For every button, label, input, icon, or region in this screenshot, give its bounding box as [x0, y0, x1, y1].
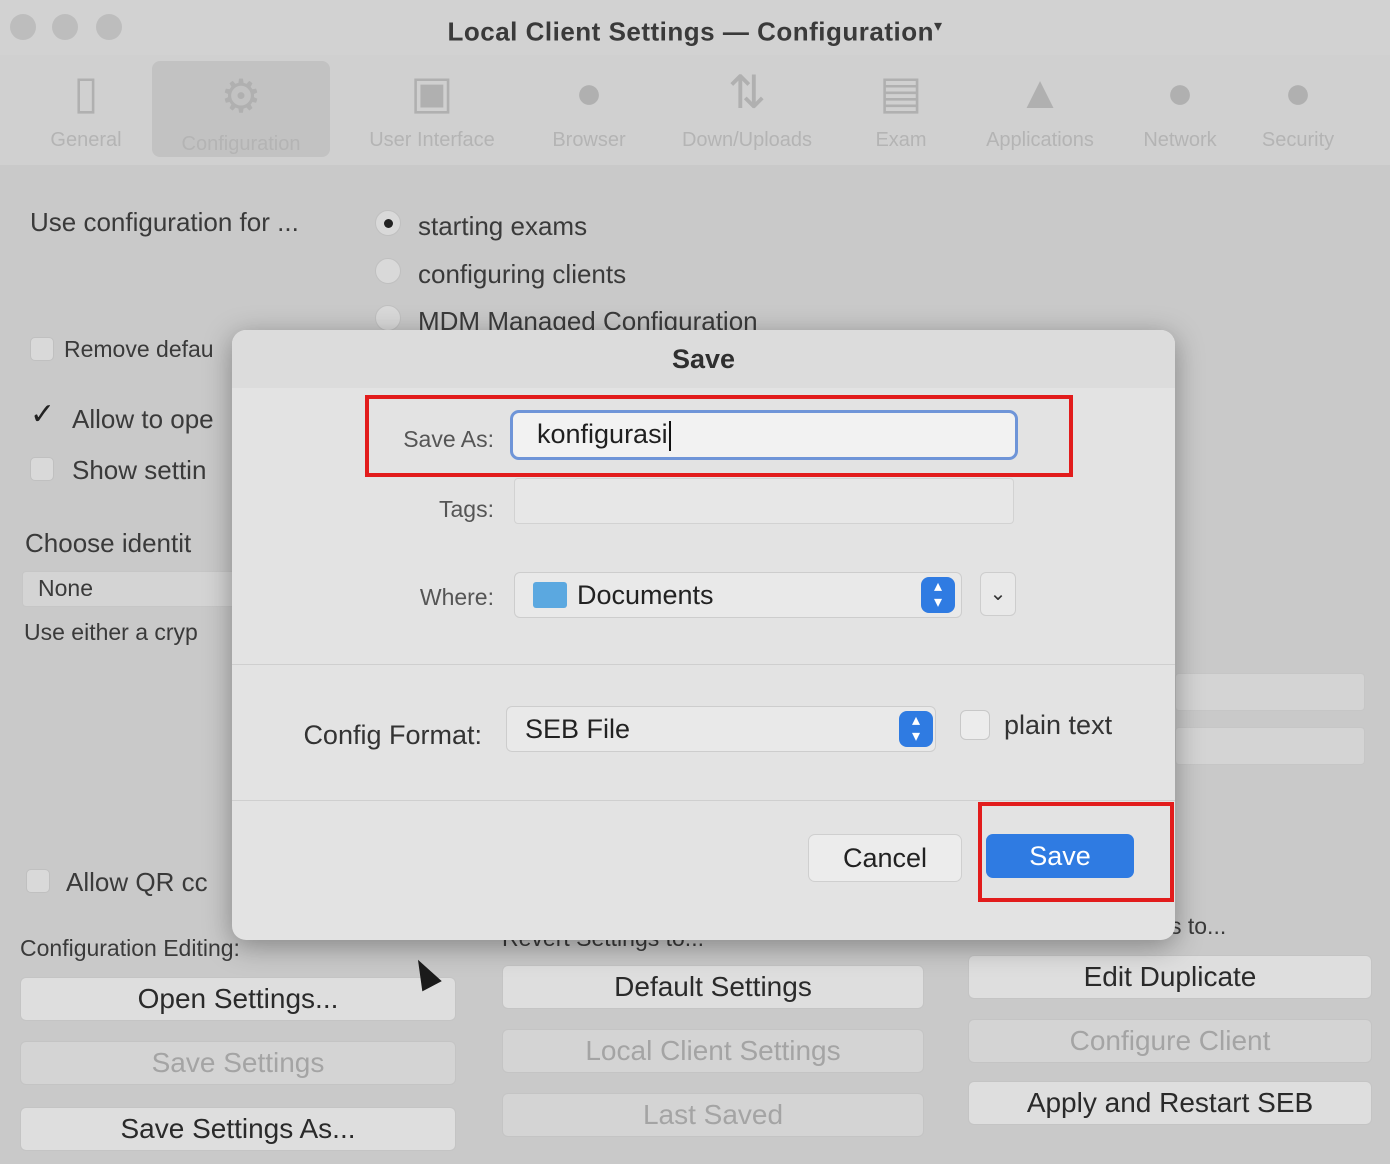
switch-icon: ▯: [73, 66, 99, 118]
window-title: Local Client Settings — Configuration▾: [447, 16, 943, 47]
arrows-icon: ⇅: [727, 66, 767, 118]
where-popup[interactable]: Documents ▴ ▾: [514, 572, 962, 618]
remove-default-label: Remove defau: [64, 336, 214, 362]
default-settings-button[interactable]: Default Settings: [502, 965, 924, 1009]
config-format-value: SEB File: [525, 714, 631, 744]
network-globe-icon: ●: [1166, 66, 1194, 118]
show-settings-checkbox[interactable]: [30, 457, 54, 481]
configuration-editing-label: Configuration Editing:: [20, 935, 240, 961]
open-settings-button[interactable]: Open Settings...: [20, 977, 456, 1021]
title-menu-marker[interactable]: ▾: [934, 18, 943, 35]
use-configuration-label: Use configuration for ...: [30, 207, 299, 237]
config-format-stepper-icon: ▴ ▾: [899, 711, 933, 747]
option-starting-exams-label: starting exams: [418, 211, 588, 241]
where-label: Where:: [419, 584, 494, 610]
apply-restart-seb-button[interactable]: Apply and Restart SEB: [968, 1081, 1372, 1125]
security-icon: ●: [1284, 66, 1312, 118]
tab-network[interactable]: ● Network: [1130, 61, 1230, 152]
edit-duplicate-button[interactable]: Edit Duplicate: [968, 955, 1372, 999]
chevron-down-icon: ⌄: [989, 583, 1007, 605]
plain-text-checkbox[interactable]: [960, 710, 990, 740]
save-dialog-header: Save: [232, 330, 1175, 388]
identity-value: None: [38, 575, 93, 601]
use-either-text: Use either a cryp: [24, 619, 198, 645]
allow-open-checkmark-icon[interactable]: ✓: [30, 397, 55, 432]
save-as-label: Save As:: [403, 426, 494, 452]
tab-exam[interactable]: ▤ Exam: [862, 61, 940, 152]
document-icon: ▤: [879, 66, 923, 118]
config-format-popup[interactable]: SEB File ▴ ▾: [506, 706, 936, 752]
show-settings-label: Show settin: [72, 455, 207, 485]
allow-qr-label: Allow QR cc: [66, 867, 208, 897]
folder-icon: [533, 581, 567, 608]
save-button[interactable]: Save: [986, 834, 1134, 878]
background-field-1: [1175, 673, 1365, 711]
where-value: Documents: [577, 580, 714, 610]
tab-general[interactable]: ▯ General: [36, 61, 136, 152]
save-as-input[interactable]: konfigurasi: [510, 410, 1018, 460]
where-stepper-icon: ▴ ▾: [921, 577, 955, 613]
tab-user-interface[interactable]: ▣ User Interface: [346, 61, 518, 152]
text-caret: [668, 420, 671, 451]
tags-label: Tags:: [439, 496, 494, 522]
save-as-value: konfigurasi: [537, 419, 668, 449]
tab-down-uploads[interactable]: ⇅ Down/Uploads: [662, 61, 832, 152]
allow-qr-checkbox[interactable]: [26, 869, 50, 893]
identity-popup[interactable]: None: [22, 571, 237, 607]
title-bar: Local Client Settings — Configuration▾: [0, 0, 1390, 60]
applications-icon: ▲: [1017, 66, 1063, 118]
radio-mdm-managed[interactable]: [375, 305, 401, 331]
last-saved-button[interactable]: Last Saved: [502, 1093, 924, 1137]
save-settings-button[interactable]: Save Settings: [20, 1041, 456, 1085]
save-dialog-title: Save: [671, 344, 736, 374]
plain-text-label: plain text: [1004, 710, 1113, 740]
tab-security[interactable]: ● Security: [1250, 61, 1346, 152]
option-configuring-clients-label: configuring clients: [418, 259, 627, 289]
dialog-divider-top: [232, 664, 1175, 665]
tab-applications[interactable]: ▲ Applications: [970, 61, 1110, 152]
expand-chevron-button[interactable]: ⌄: [980, 572, 1016, 616]
tab-configuration[interactable]: ⚙ Configuration: [152, 61, 330, 157]
local-client-settings-button[interactable]: Local Client Settings: [502, 1029, 924, 1073]
tags-input[interactable]: [514, 478, 1014, 524]
save-settings-as-button[interactable]: Save Settings As...: [20, 1107, 456, 1151]
background-field-2: [1175, 727, 1365, 765]
preferences-toolbar: ▯ General ⚙ Configuration ▣ User Interfa…: [0, 55, 1390, 165]
remove-default-checkbox[interactable]: [30, 337, 54, 361]
globe-icon: ●: [575, 66, 603, 118]
dialog-divider-bottom: [232, 800, 1175, 801]
choose-identity-label: Choose identit: [25, 528, 192, 558]
radio-starting-exams[interactable]: [375, 210, 401, 236]
config-format-label: Config Format:: [303, 720, 482, 750]
tab-browser[interactable]: ● Browser: [538, 61, 640, 152]
allow-open-label: Allow to ope: [72, 404, 214, 434]
radio-configuring-clients[interactable]: [375, 258, 401, 284]
cancel-button[interactable]: Cancel: [808, 834, 962, 882]
window-icon: ▣: [410, 66, 454, 118]
gears-icon: ⚙: [220, 70, 262, 122]
save-dialog: Save Save As: konfigurasi Tags: Where: D…: [232, 330, 1175, 940]
configure-client-button[interactable]: Configure Client: [968, 1019, 1372, 1063]
seb-settings-window: Local Client Settings — Configuration▾ ▯…: [0, 0, 1390, 1164]
